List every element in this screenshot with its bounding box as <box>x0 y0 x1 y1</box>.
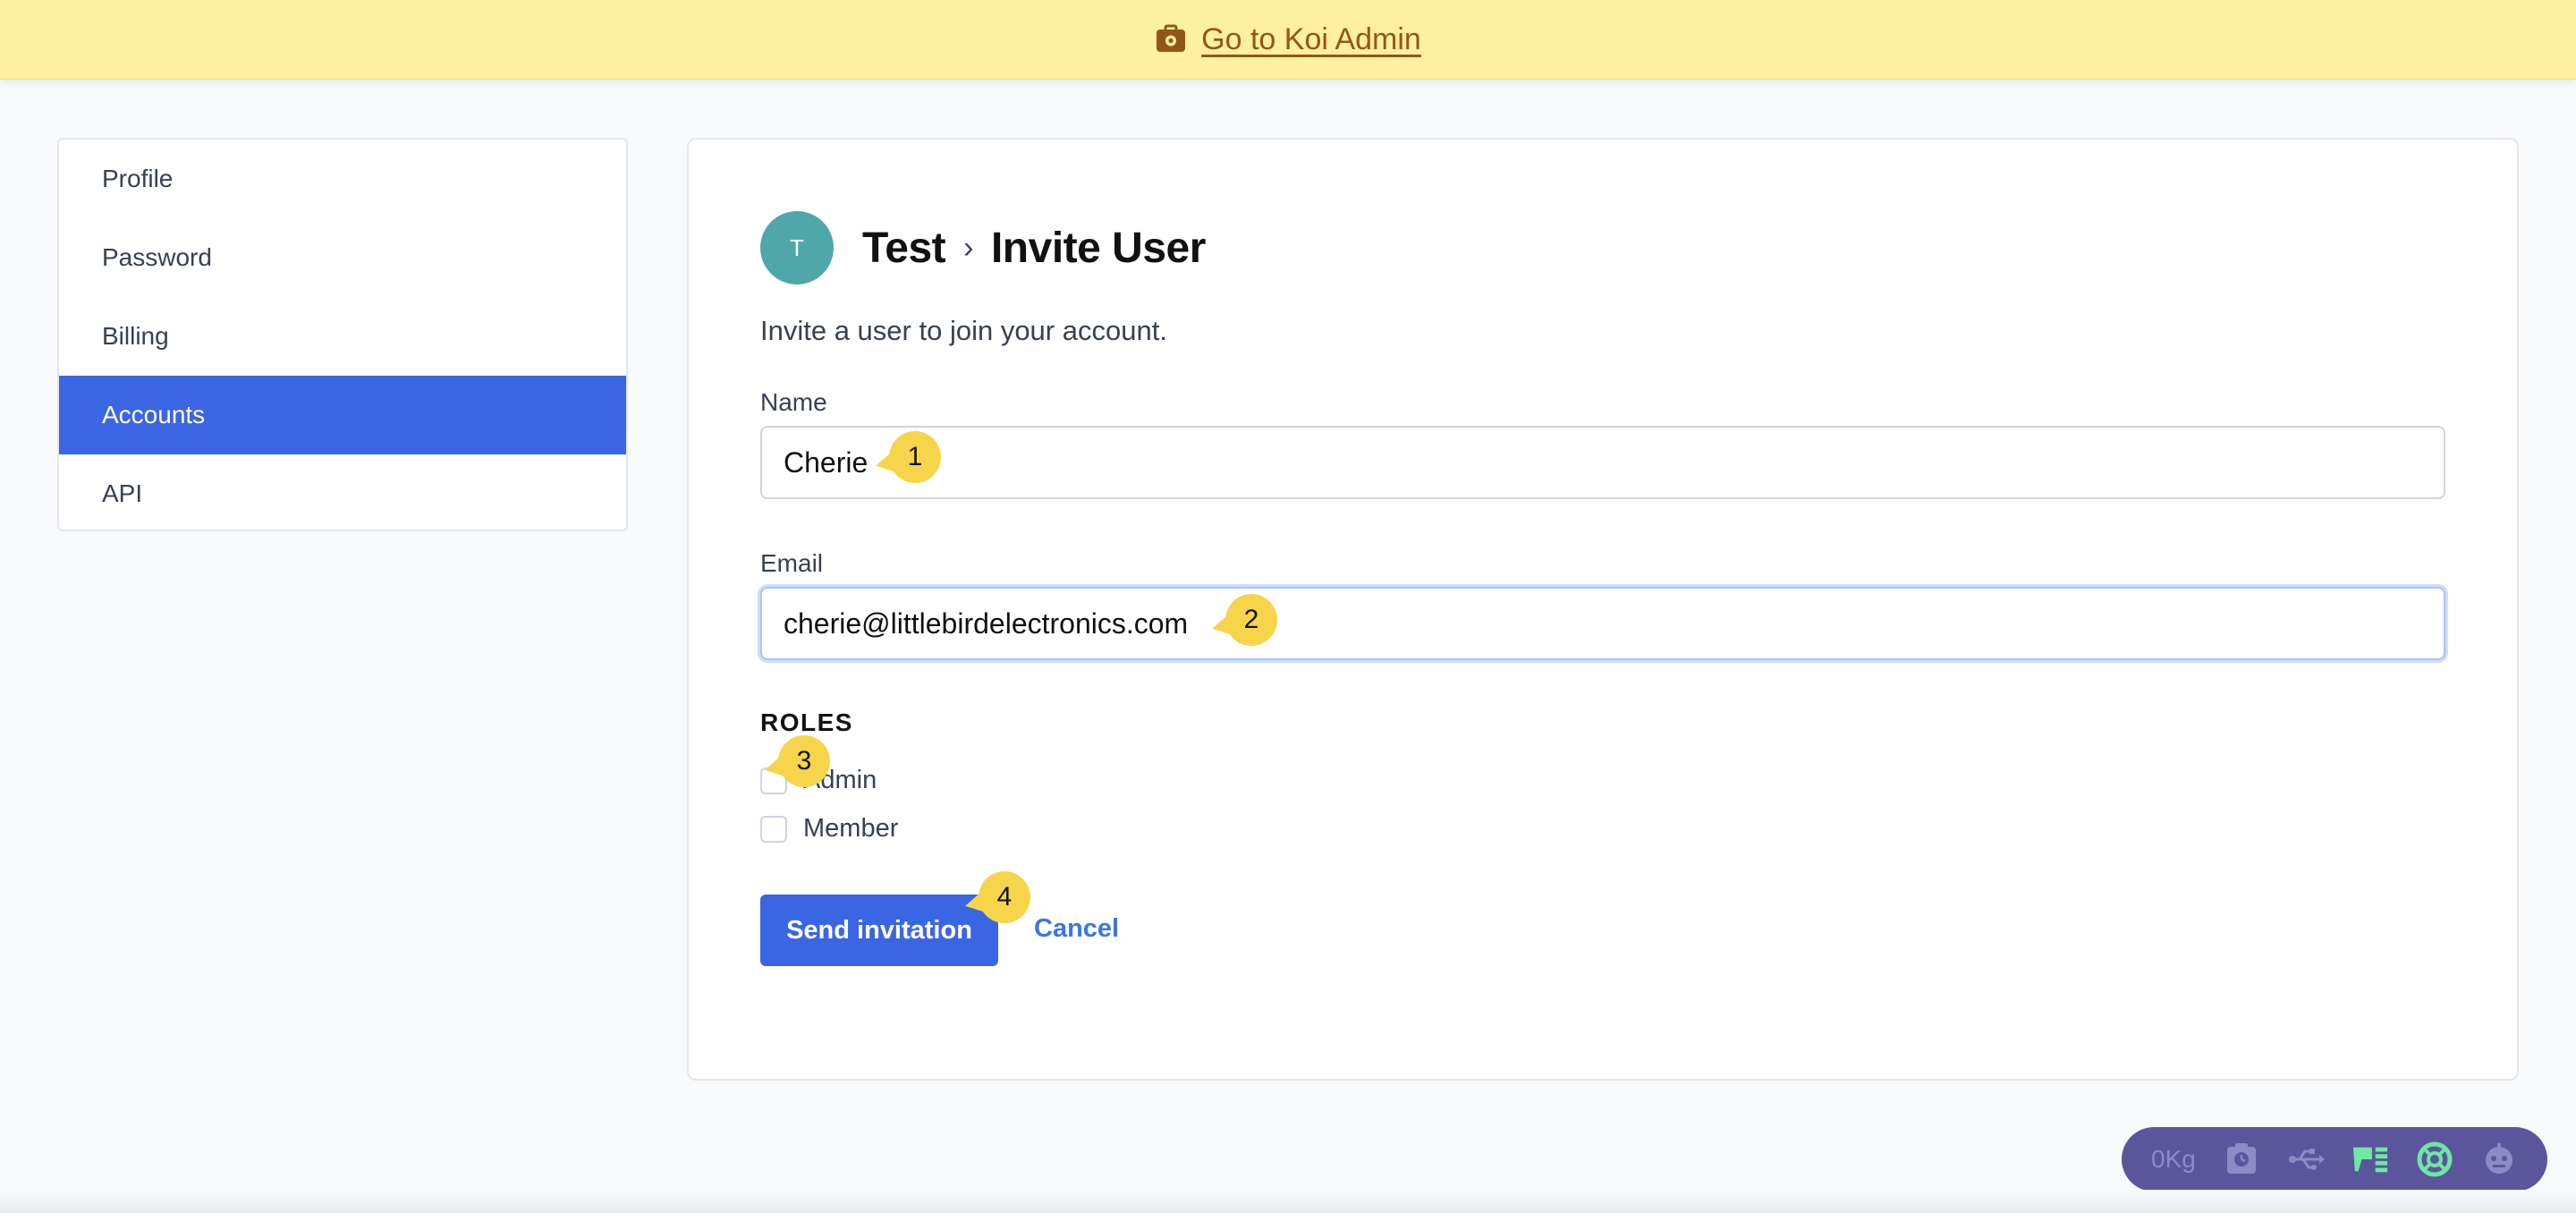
floating-toolbar: 0Kg <box>2122 1127 2547 1192</box>
weight-indicator[interactable]: 0Kg <box>2151 1145 2196 1174</box>
breadcrumb-account[interactable]: Test <box>862 224 946 273</box>
name-label: Name <box>760 388 827 416</box>
bottom-edge-shadow <box>0 1190 2576 1213</box>
robot-icon[interactable] <box>2480 1141 2518 1178</box>
go-to-admin-label: Go to Koi Admin <box>1201 21 1421 56</box>
annotation-marker-2: 2 <box>1208 594 1277 646</box>
invite-user-card: T Test › Invite User Invite a user to jo… <box>687 138 2519 1081</box>
breadcrumb-separator-icon: › <box>963 231 973 265</box>
sidebar-item-billing[interactable]: Billing <box>59 297 626 376</box>
sidebar-item-profile[interactable]: Profile <box>59 140 626 218</box>
account-avatar: T <box>760 211 834 284</box>
role-member-label: Member <box>803 814 899 843</box>
clipboard-clock-icon[interactable] <box>2223 1141 2260 1178</box>
send-invitation-button[interactable]: Send invitation <box>760 895 998 966</box>
role-member-checkbox[interactable] <box>760 815 787 843</box>
role-member-option[interactable]: Member <box>760 814 898 844</box>
admin-gear-case-icon <box>1155 23 1187 55</box>
page-title-text: Invite User <box>990 225 1206 272</box>
usb-icon[interactable] <box>2287 1141 2325 1178</box>
annotation-marker-1: 1 <box>872 431 941 483</box>
admin-banner: Go to Koi Admin <box>0 0 2576 80</box>
lifebuoy-icon[interactable] <box>2416 1141 2453 1178</box>
page-description: Invite a user to join your account. <box>760 315 1167 346</box>
sidebar-item-password[interactable]: Password <box>59 218 626 297</box>
cancel-link[interactable]: Cancel <box>1034 914 1119 944</box>
settings-sidebar: Profile Password Billing Accounts API <box>57 138 628 531</box>
email-input[interactable] <box>760 587 2445 660</box>
annotation-marker-4: 4 <box>962 871 1030 923</box>
annotation-marker-3: 3 <box>761 735 830 787</box>
signal-bars-icon[interactable] <box>2351 1141 2389 1178</box>
email-label: Email <box>760 549 824 577</box>
page-title: Test › Invite User <box>862 224 1206 273</box>
go-to-admin-link[interactable]: Go to Koi Admin <box>1155 22 1421 57</box>
name-input[interactable] <box>760 426 2445 499</box>
roles-heading: ROLES <box>760 708 853 736</box>
sidebar-item-api[interactable]: API <box>59 454 626 530</box>
sidebar-item-accounts[interactable]: Accounts <box>59 376 626 454</box>
